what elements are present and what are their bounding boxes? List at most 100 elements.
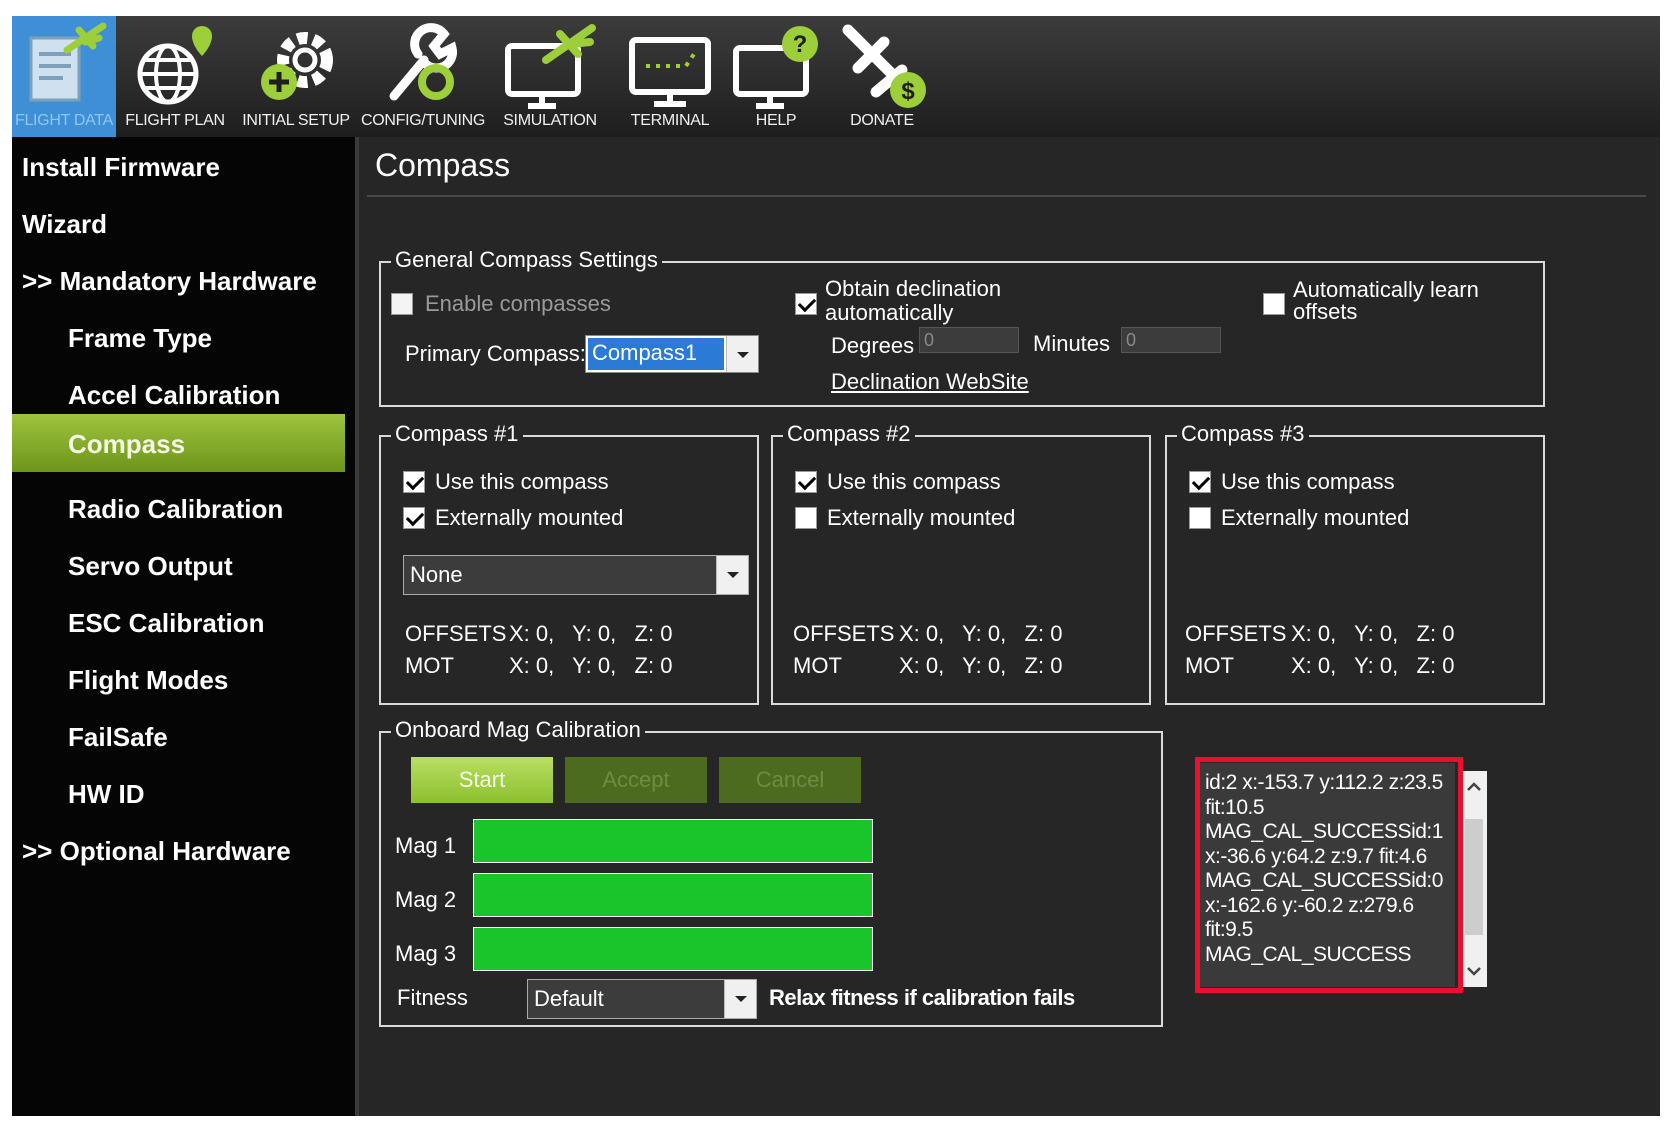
group-legend: Compass #2: [783, 421, 915, 447]
title-divider: [367, 195, 1646, 197]
terminal-icon: [629, 37, 711, 107]
use-compass-2-checkbox[interactable]: [795, 471, 817, 493]
offsets-label: OFFSETS: [793, 621, 895, 646]
sidebar-item-wizard[interactable]: Wizard: [12, 194, 355, 254]
toolbar-label: SIMULATION: [503, 112, 597, 129]
config-tuning-icon: [389, 23, 457, 101]
mag-3-label: Mag 3: [395, 941, 457, 966]
toolbar-label: FLIGHT PLAN: [125, 112, 225, 129]
onboard-mag-calibration-group: Onboard Mag Calibration Start Accept Can…: [379, 717, 1163, 1027]
simulation-icon: [505, 24, 596, 109]
mag-3-progress-bar: [473, 927, 873, 971]
sidebar-item-compass[interactable]: Compass: [12, 414, 345, 472]
use-compass-label: Use this compass: [1221, 469, 1395, 494]
flight-data-icon: [29, 22, 107, 102]
mag-1-progress-bar: [473, 819, 873, 863]
fitness-select[interactable]: Default: [527, 979, 757, 1019]
sidebar-item-esc-calibration[interactable]: ESC Calibration: [12, 593, 355, 653]
relax-fitness-label: Relax fitness if calibration fails: [769, 985, 1075, 1010]
mag-2-progress-bar: [473, 873, 873, 917]
auto-learn-offsets-label: Automatically learn offsets: [1293, 277, 1479, 324]
toolbar-terminal[interactable]: TERMINAL: [612, 16, 728, 137]
scrollbar-thumb[interactable]: [1465, 819, 1483, 935]
externally-mounted-label: Externally mounted: [827, 505, 1016, 530]
mot-value: X: 0, Y: 0, Z: 0: [899, 653, 1063, 678]
mag-1-label: Mag 1: [395, 833, 457, 858]
toolbar-initial-setup[interactable]: INITIAL SETUP: [234, 16, 358, 137]
sidebar-item-optional-hardware[interactable]: >> Optional Hardware: [12, 821, 355, 881]
toolbar-flight-plan[interactable]: FLIGHT PLAN: [116, 16, 234, 137]
toolbar-simulation[interactable]: SIMULATION: [488, 16, 612, 137]
sidebar-item-failsafe[interactable]: FailSafe: [12, 707, 355, 767]
accept-calibration-button[interactable]: Accept: [565, 757, 707, 803]
minutes-input[interactable]: 0: [1121, 327, 1221, 353]
use-compass-3-checkbox[interactable]: [1189, 471, 1211, 493]
auto-learn-offsets-checkbox[interactable]: [1263, 293, 1285, 315]
offsets-label: OFFSETS: [405, 621, 507, 646]
enable-compasses-label: Enable compasses: [425, 291, 611, 316]
start-calibration-button[interactable]: Start: [411, 757, 553, 803]
minutes-label: Minutes: [1033, 331, 1111, 356]
compass-3-group: Compass #3 Use this compass Externally m…: [1165, 421, 1545, 705]
toolbar-label: CONFIG/TUNING: [360, 112, 486, 129]
chevron-down-icon: [716, 556, 748, 594]
offsets-value: X: 0, Y: 0, Z: 0: [899, 621, 1063, 646]
toolbar-config-tuning[interactable]: CONFIG/TUNING: [358, 16, 488, 137]
compass-2-group: Compass #2 Use this compass Externally m…: [771, 421, 1151, 705]
toolbar-help[interactable]: ? HELP: [728, 16, 824, 137]
group-legend: Compass #3: [1177, 421, 1309, 447]
mag-2-label: Mag 2: [395, 887, 457, 912]
toolbar-label: DONATE: [850, 112, 914, 129]
group-legend: Onboard Mag Calibration: [391, 717, 645, 743]
chevron-down-icon[interactable]: [1461, 959, 1487, 983]
fitness-value: Default: [534, 986, 604, 1011]
cancel-calibration-button[interactable]: Cancel: [719, 757, 861, 803]
group-legend: Compass #1: [391, 421, 523, 447]
chevron-up-icon[interactable]: [1461, 775, 1487, 799]
degrees-label: Degrees: [831, 333, 915, 358]
sidebar-item-install-firmware[interactable]: Install Firmware: [12, 137, 355, 197]
orientation-select[interactable]: None: [403, 555, 749, 595]
external-compass-2-checkbox[interactable]: [795, 507, 817, 529]
general-compass-settings-group: General Compass Settings Enable compasse…: [379, 247, 1545, 407]
obtain-declination-checkbox[interactable]: [795, 293, 817, 315]
setup-sidebar: Install Firmware Wizard >> Mandatory Har…: [12, 137, 355, 1116]
toolbar-donate[interactable]: $ DONATE: [824, 16, 940, 137]
primary-compass-select[interactable]: Compass1: [585, 335, 759, 373]
chevron-down-icon: [724, 980, 756, 1018]
sidebar-item-mandatory-hardware[interactable]: >> Mandatory Hardware: [12, 251, 355, 311]
mot-label: MOT: [1185, 653, 1234, 678]
mot-label: MOT: [793, 653, 842, 678]
use-compass-label: Use this compass: [435, 469, 609, 494]
primary-compass-label: Primary Compass:: [405, 341, 586, 366]
sidebar-item-flight-modes[interactable]: Flight Modes: [12, 650, 355, 710]
toolbar-label: FLIGHT DATA: [14, 112, 114, 129]
external-compass-3-checkbox[interactable]: [1189, 507, 1211, 529]
externally-mounted-label: Externally mounted: [435, 505, 624, 530]
donate-icon: $: [842, 24, 926, 108]
mot-label: MOT: [405, 653, 454, 678]
offsets-value: X: 0, Y: 0, Z: 0: [509, 621, 673, 646]
toolbar-label: INITIAL SETUP: [242, 112, 350, 129]
sidebar-item-hw-id[interactable]: HW ID: [12, 764, 355, 824]
degrees-input[interactable]: 0: [919, 327, 1019, 353]
mission-planner-window: FLIGHT DATA FLIGHT PLAN INITIAL SETUP CO…: [12, 16, 1660, 1116]
use-compass-1-checkbox[interactable]: [403, 471, 425, 493]
log-scrollbar[interactable]: [1461, 771, 1487, 987]
toolbar-label: TERMINAL: [630, 112, 710, 129]
page-title: Compass: [375, 147, 511, 183]
sidebar-item-radio-calibration[interactable]: Radio Calibration: [12, 479, 355, 539]
enable-compasses-checkbox[interactable]: [391, 293, 413, 315]
externally-mounted-label: Externally mounted: [1221, 505, 1410, 530]
obtain-declination-label: Obtain declination automatically: [825, 277, 1002, 325]
sidebar-item-frame-type[interactable]: Frame Type: [12, 308, 355, 368]
orientation-value: None: [410, 562, 463, 587]
toolbar-flight-data[interactable]: FLIGHT DATA: [12, 16, 116, 137]
declination-website-link[interactable]: Declination WebSite: [831, 369, 1029, 395]
offsets-label: OFFSETS: [1185, 621, 1287, 646]
use-compass-label: Use this compass: [827, 469, 1001, 494]
external-compass-1-checkbox[interactable]: [403, 507, 425, 529]
flight-plan-icon: [137, 26, 212, 105]
fitness-label: Fitness: [397, 985, 468, 1010]
sidebar-item-servo-output[interactable]: Servo Output: [12, 536, 355, 596]
